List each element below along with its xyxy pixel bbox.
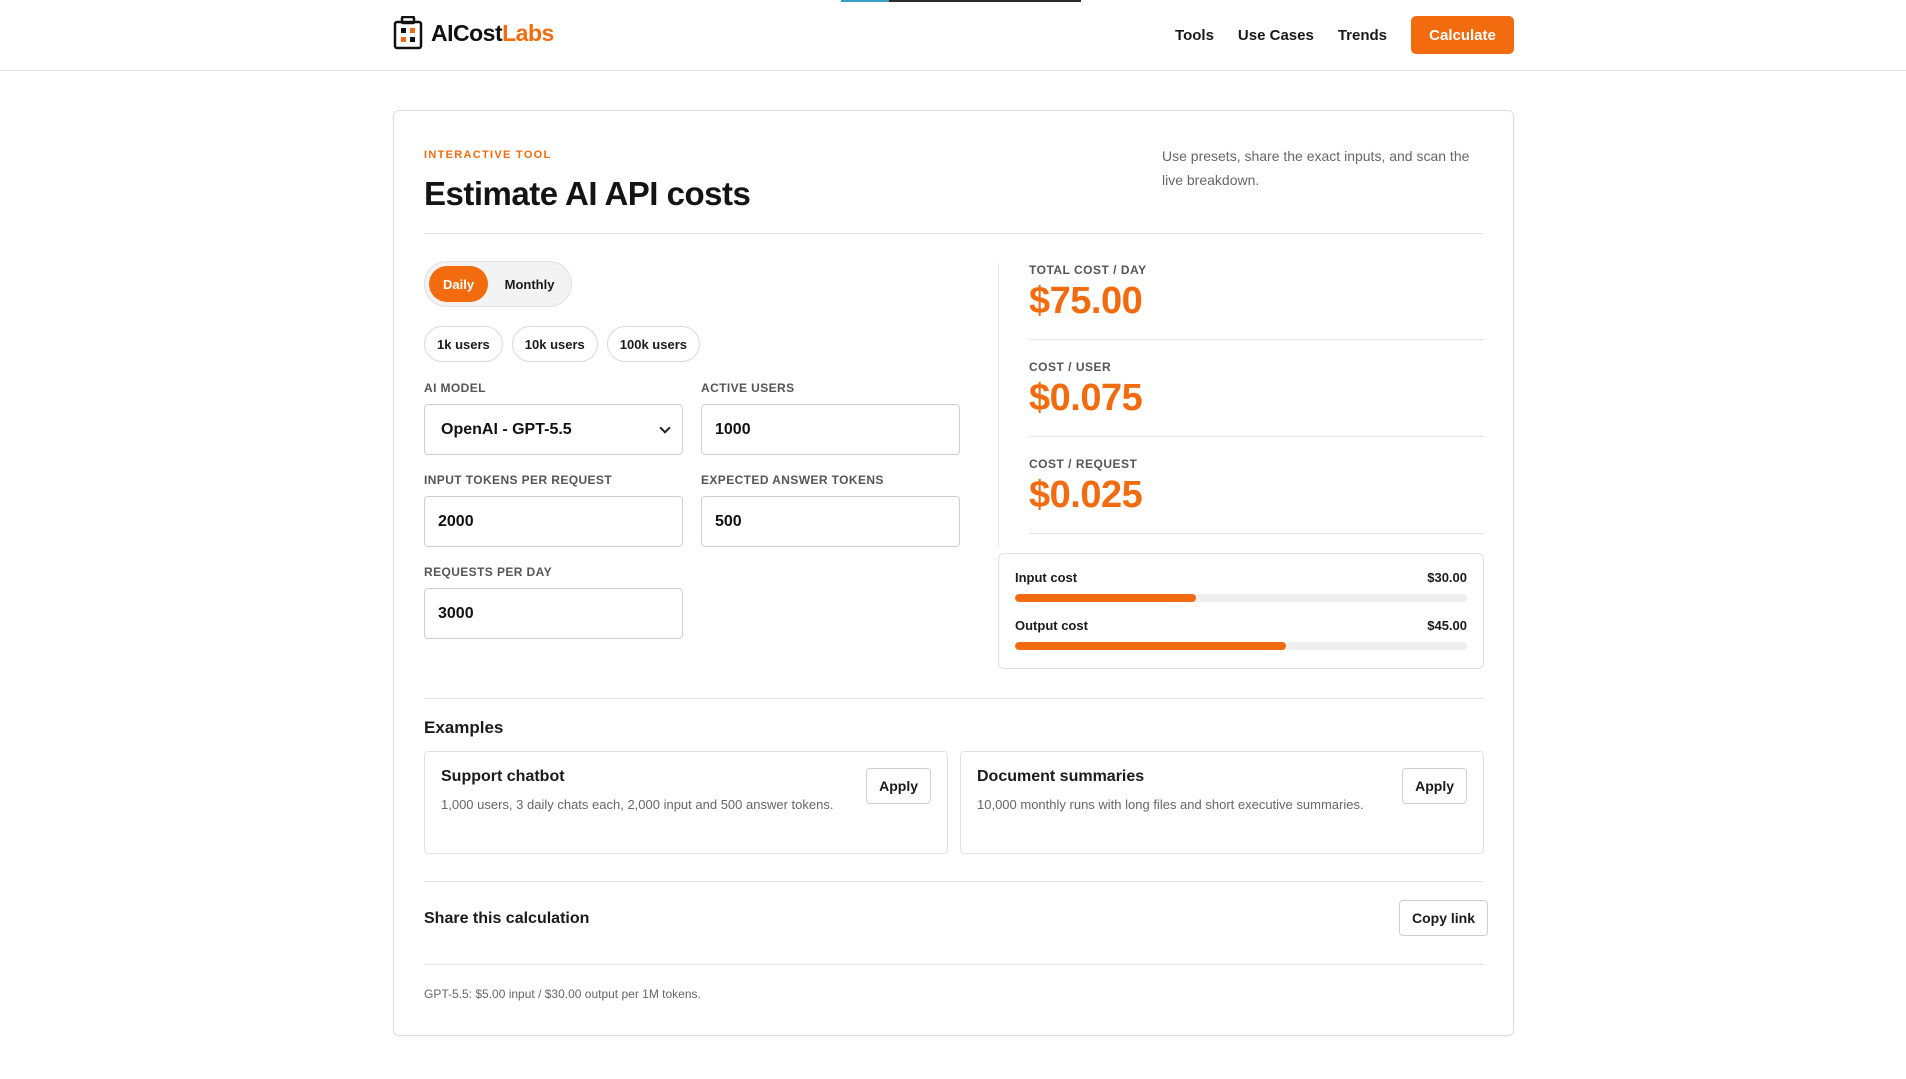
column-divider [998, 263, 999, 547]
divider [424, 964, 1484, 965]
calculator-card: INTERACTIVE TOOL Estimate AI API costs U… [393, 110, 1514, 1036]
user-presets: 1k users 10k users 100k users [424, 326, 700, 362]
requests-label: REQUESTS PER DAY [424, 565, 552, 579]
metric-value: $0.075 [1029, 377, 1143, 419]
divider [1029, 339, 1484, 340]
breakdown-label: Output cost [1015, 618, 1088, 633]
model-select-value: OpenAI - GPT-5.5 [441, 420, 572, 438]
metric-label: TOTAL COST / DAY [1029, 263, 1147, 277]
input-tokens-input[interactable]: 2000 [424, 496, 683, 547]
top-navbar: AICostLabs Tools Use Cases Trends Calcul… [0, 0, 1906, 71]
period-toggle: Daily Monthly [424, 261, 572, 307]
users-input[interactable]: 1000 [701, 404, 960, 455]
input-tokens-field: INPUT TOKENS PER REQUEST 2000 [424, 473, 683, 547]
answer-tokens-input[interactable]: 500 [701, 496, 960, 547]
breakdown-value: $30.00 [1427, 570, 1467, 585]
page-progress-line [841, 0, 1081, 2]
progress-fill [1015, 642, 1287, 650]
page-title: Estimate AI API costs [424, 175, 751, 212]
metric-cost-per-user: COST / USER $0.075 [1029, 360, 1484, 420]
input-tokens-label: INPUT TOKENS PER REQUEST [424, 473, 613, 487]
metric-cost-per-request: COST / REQUEST $0.025 [1029, 457, 1484, 517]
metric-total-cost: TOTAL COST / DAY $75.00 [1029, 263, 1484, 323]
example-card-document-summaries: Document summaries 10,000 monthly runs w… [960, 751, 1484, 854]
answer-tokens-label: EXPECTED ANSWER TOKENS [701, 473, 884, 487]
example-description: 10,000 monthly runs with long files and … [977, 797, 1364, 812]
main-nav: Tools Use Cases Trends Calculate [1175, 16, 1514, 54]
breakdown-label: Input cost [1015, 570, 1078, 585]
users-label: ACTIVE USERS [701, 381, 795, 395]
model-field: AI MODEL OpenAI - GPT-5.5 [424, 381, 683, 455]
logo-building-icon [393, 16, 423, 50]
requests-input[interactable]: 3000 [424, 588, 683, 639]
divider [424, 233, 1484, 234]
example-title: Support chatbot [441, 768, 565, 785]
requests-field: REQUESTS PER DAY 3000 [424, 565, 683, 639]
examples-title: Examples [424, 718, 504, 737]
nav-link-tools[interactable]: Tools [1175, 27, 1214, 44]
progress-fill [1015, 594, 1196, 602]
answer-tokens-field: EXPECTED ANSWER TOKENS 500 [701, 473, 960, 547]
toggle-monthly[interactable]: Monthly [492, 266, 567, 302]
logo[interactable]: AICostLabs [393, 16, 554, 50]
nav-link-use-cases[interactable]: Use Cases [1238, 27, 1314, 44]
example-card-support-chatbot: Support chatbot 1,000 users, 3 daily cha… [424, 751, 948, 854]
divider [1029, 436, 1484, 437]
logo-text: AICostLabs [431, 19, 554, 46]
eyebrow-label: INTERACTIVE TOOL [424, 149, 552, 161]
breakdown-row-output: Output cost $45.00 [1015, 618, 1467, 650]
metric-label: COST / USER [1029, 360, 1112, 374]
chevron-down-icon [659, 421, 671, 434]
users-field: ACTIVE USERS 1000 [701, 381, 960, 455]
pricing-footnote: GPT-5.5: $5.00 input / $30.00 output per… [424, 987, 701, 1001]
progress-track [1015, 642, 1467, 650]
divider [1029, 533, 1484, 534]
preset-100k-users[interactable]: 100k users [606, 326, 700, 362]
example-title: Document summaries [977, 768, 1145, 785]
model-label: AI MODEL [424, 381, 486, 395]
nav-link-trends[interactable]: Trends [1338, 27, 1387, 44]
intro-text: Use presets, share the exact inputs, and… [1162, 148, 1470, 188]
breakdown-row-input: Input cost $30.00 [1015, 570, 1467, 602]
share-title: Share this calculation [424, 910, 590, 927]
metric-value: $75.00 [1029, 280, 1143, 322]
metric-value: $0.025 [1029, 474, 1143, 516]
toggle-daily[interactable]: Daily [429, 266, 489, 302]
preset-10k-users[interactable]: 10k users [511, 326, 598, 362]
model-select[interactable]: OpenAI - GPT-5.5 [424, 404, 683, 455]
metric-label: COST / REQUEST [1029, 457, 1138, 471]
preset-1k-users[interactable]: 1k users [424, 326, 503, 362]
progress-track [1015, 594, 1467, 602]
example-description: 1,000 users, 3 daily chats each, 2,000 i… [441, 797, 834, 812]
calculate-button[interactable]: Calculate [1411, 16, 1514, 54]
apply-button[interactable]: Apply [866, 768, 931, 804]
divider [424, 881, 1484, 882]
apply-button[interactable]: Apply [1402, 768, 1467, 804]
divider [424, 698, 1484, 699]
breakdown-value: $45.00 [1427, 618, 1467, 633]
copy-link-button[interactable]: Copy link [1399, 900, 1489, 936]
cost-breakdown: Input cost $30.00 Output cost $45.00 [998, 553, 1484, 669]
